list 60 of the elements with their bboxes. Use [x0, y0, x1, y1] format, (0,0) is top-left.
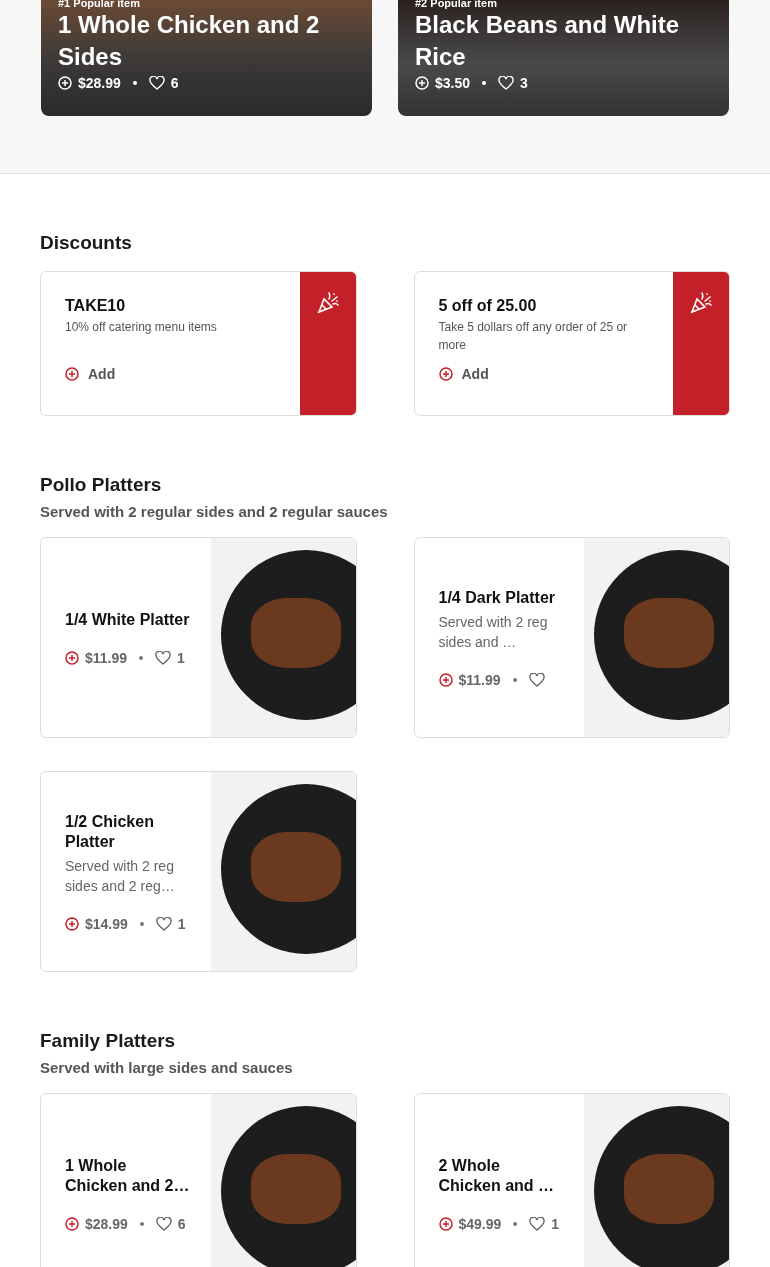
item-price: $11.99	[85, 649, 128, 666]
menu-item-card[interactable]: 1/4 White Platter $11.99 1	[40, 537, 357, 738]
like-count: 6	[170, 75, 179, 91]
item-name: 1/4 Dark Platter	[438, 587, 556, 608]
like-count: 3	[520, 75, 528, 91]
menu-item-card[interactable]: 1 Whole Chicken and 2… $28.99 6	[40, 1093, 357, 1267]
add-icon	[65, 1216, 79, 1231]
add-icon	[58, 76, 72, 90]
add-discount-button[interactable]: Add	[65, 366, 116, 382]
popular-item-card[interactable]: #1 Popular item 1 Whole Chicken and 2 Sides $28.99 6	[41, 0, 372, 116]
section-heading: Discounts	[40, 231, 133, 255]
item-price: $11.99	[458, 671, 501, 688]
popular-rank-label: #1 Popular item	[58, 0, 141, 9]
popular-rank-label: #2 Popular item	[415, 0, 498, 9]
discount-description: 10% off catering menu items	[65, 319, 218, 336]
menu-item-card[interactable]: 1/2 Chicken Platter Served with 2 reg sides and 2 reg… $14.99 1	[40, 771, 357, 972]
item-name: 1 Whole Chicken and 2…	[65, 1155, 191, 1196]
item-name: 2 Whole Chicken and …	[438, 1155, 556, 1196]
discount-code: 5 off of 25.00	[438, 296, 538, 316]
item-price: $3.50	[435, 75, 471, 91]
section-subtitle: Served with large sides and sauces	[40, 1058, 294, 1078]
add-icon	[438, 672, 453, 687]
heart-icon	[155, 650, 172, 665]
heart-icon	[155, 916, 172, 931]
item-price: $49.99	[458, 1215, 502, 1232]
party-popper-icon	[316, 292, 339, 314]
heart-icon	[529, 1216, 546, 1231]
popular-item-card[interactable]: #2 Popular item Black Beans and White Rice $3.50 3	[398, 0, 729, 116]
discount-description: Take 5 dollars off any order of 25 or more	[438, 319, 629, 354]
item-price: $28.99	[78, 75, 121, 91]
item-description: Served with 2 reg sides and …	[438, 612, 549, 652]
section-heading: Family Platters	[40, 1029, 177, 1053]
item-price: $14.99	[85, 915, 128, 932]
section-subtitle: Served with 2 regular sides and 2 regular sauces	[40, 502, 389, 522]
like-count: 6	[177, 1215, 186, 1232]
plus-circle-icon	[438, 367, 453, 381]
section-heading: Pollo Platters	[40, 473, 163, 497]
like-count: 1	[177, 649, 185, 666]
item-name: 1 Whole Chicken and 2 Sides	[58, 10, 321, 72]
like-count: 1	[177, 915, 186, 932]
heart-icon	[498, 76, 515, 90]
discount-code: TAKE10	[65, 296, 127, 316]
like-count: 1	[551, 1215, 560, 1232]
item-name: 1/4 White Platter	[65, 609, 191, 630]
heart-icon	[148, 76, 165, 90]
item-name: Black Beans and White Rice	[415, 10, 681, 72]
add-icon	[65, 916, 79, 931]
item-price: $28.99	[85, 1215, 128, 1232]
add-icon	[415, 76, 429, 90]
menu-item-card[interactable]: 1/4 Dark Platter Served with 2 reg sides and … $11.99	[413, 537, 730, 738]
plus-circle-icon	[65, 367, 79, 381]
party-popper-icon	[690, 292, 712, 314]
heart-icon	[155, 1216, 172, 1231]
add-icon	[65, 650, 79, 665]
heart-icon	[528, 672, 545, 687]
add-icon	[438, 1216, 453, 1231]
menu-item-card[interactable]: 2 Whole Chicken and … $49.99 1	[413, 1093, 730, 1267]
add-discount-button[interactable]: Add	[438, 366, 489, 382]
item-name: 1/2 Chicken Platter	[65, 811, 155, 852]
item-description: Served with 2 reg sides and 2 reg…	[65, 856, 176, 896]
